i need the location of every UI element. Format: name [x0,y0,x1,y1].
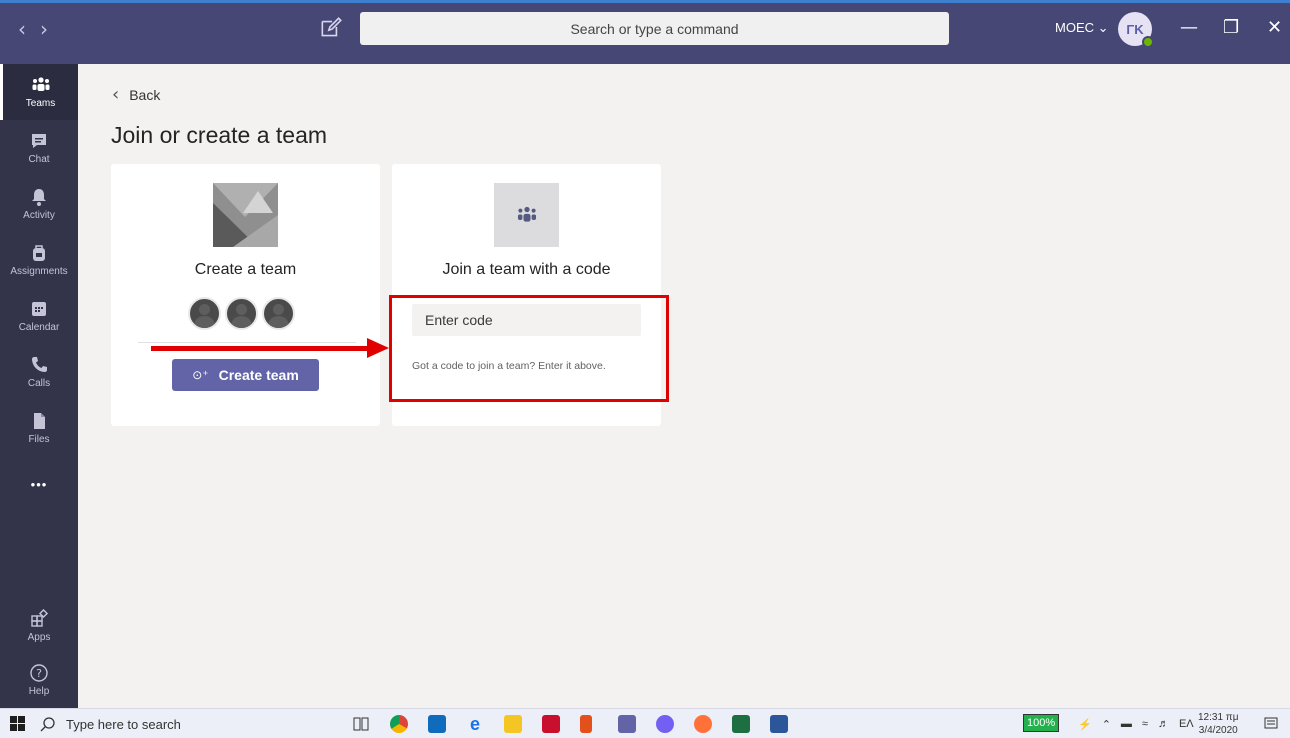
more-icon: ••• [30,476,48,492]
rail-label: Calls [27,378,51,389]
rail-item-calendar[interactable]: Calendar [0,288,78,344]
rail-item-assignments[interactable]: Assignments [0,232,78,288]
chevron-up-icon[interactable]: ⌃ [1102,718,1111,731]
bell-icon [32,189,46,206]
title-bar: ‹ › Search or type a command MOEC ⌄ ΓΚ —… [0,0,1290,64]
join-team-illustration [494,183,559,247]
power-icon[interactable]: ⚡ [1078,718,1092,731]
windows-start-icon[interactable] [10,716,26,732]
compose-icon[interactable] [318,15,344,41]
file-icon [34,413,45,429]
member-avatar-icon [262,297,295,330]
avatar-initials: ΓΚ [1126,21,1144,37]
rail-item-apps[interactable]: Apps [0,598,78,654]
minimize-icon[interactable]: — [1180,17,1198,38]
history-nav: ‹ › [18,17,48,41]
rail-item-help[interactable]: ? Help [0,652,78,708]
member-avatar-icon [188,297,221,330]
rail-label: Apps [27,632,51,643]
teams-icon [517,206,536,222]
presence-available-icon [1142,36,1154,48]
close-icon[interactable]: ✕ [1267,17,1282,38]
mail-icon[interactable] [428,715,446,733]
teams-taskbar-icon[interactable] [618,715,636,733]
divider [138,342,356,343]
backpack-icon [33,245,45,261]
viber-icon[interactable] [656,715,674,733]
rail-label: Activity [23,210,55,221]
rail-label: Calendar [18,322,60,333]
page-title: Join or create a team [111,122,328,148]
restore-icon[interactable]: ❐ [1223,17,1239,38]
taskbar-search-box[interactable]: Type here to search [40,709,336,738]
word-icon[interactable] [770,715,788,733]
more-apps-button[interactable]: ••• [0,456,78,512]
wifi-icon[interactable]: ≈ [1142,718,1148,730]
apps-icon [31,609,49,627]
member-avatar-icon [225,297,258,330]
create-team-button-label: Create team [218,367,299,383]
task-view-icon[interactable] [352,715,370,733]
create-team-illustration-icon [213,183,278,247]
clock-time: 12:31 πμ [1198,712,1239,723]
search-placeholder: Search or type a command [570,20,739,37]
join-team-title: Join a team with a code [442,261,611,278]
chrome-icon[interactable] [390,715,408,733]
add-team-icon: ⊙⁺ [192,368,209,382]
back-link[interactable]: ‹ Back [112,84,160,105]
chat-icon [32,134,46,148]
search-icon [40,717,55,732]
back-label: Back [129,86,161,103]
rail-item-activity[interactable]: Activity [0,176,78,232]
network-icon[interactable]: ▬ [1121,718,1132,730]
annotation-arrow-head-icon [367,338,389,358]
rail-label: Files [28,434,50,445]
flash-icon[interactable] [542,715,560,733]
teams-icon [32,77,49,91]
create-team-title: Create a team [194,261,297,278]
clock-date: 3/4/2020 [1198,725,1238,736]
command-search-box[interactable]: Search or type a command [360,12,949,45]
office-icon[interactable] [580,715,592,733]
rail-item-teams[interactable]: Teams [0,64,78,120]
firefox-icon[interactable] [694,715,712,733]
annotation-highlight-box [389,295,669,402]
volume-icon[interactable]: ♬ [1158,718,1169,730]
excel-icon[interactable] [732,715,750,733]
chevron-left-icon: ‹ [112,84,120,105]
rail-label: Help [28,686,50,697]
edge-icon[interactable]: e [466,715,484,733]
phone-icon [32,357,47,372]
calendar-icon [32,302,46,316]
annotation-arrow-shaft [151,346,369,351]
rail-label: Assignments [10,266,68,277]
svg-text:?: ? [36,667,42,680]
notifications-icon[interactable] [1262,715,1280,733]
create-team-button[interactable]: ⊙⁺ Create team [172,359,319,391]
forward-arrow-icon[interactable]: › [40,17,48,41]
rail-item-files[interactable]: Files [0,400,78,456]
windows-taskbar: Type here to search e 100% ⚡ ⌃ ▬ ≈ ♬ ΕΛ … [0,708,1290,738]
battery-indicator[interactable]: 100% [1023,714,1060,732]
rail-label: Chat [28,154,50,165]
rail-label: Teams [25,98,56,109]
taskbar-search-placeholder: Type here to search [66,716,181,732]
back-arrow-icon[interactable]: ‹ [18,17,26,41]
rail-item-calls[interactable]: Calls [0,344,78,400]
app-rail: Teams Chat Activity Assignments Calendar… [0,64,78,708]
org-switcher[interactable]: MOEC ⌄ [1055,20,1109,36]
file-explorer-icon[interactable] [504,715,522,733]
rail-item-chat[interactable]: Chat [0,120,78,176]
system-tray: ⚡ ⌃ ▬ ≈ ♬ ΕΛ [1078,709,1194,738]
help-icon: ? [30,664,48,682]
clock[interactable]: 12:31 πμ 3/4/2020 [1198,711,1238,737]
language-indicator[interactable]: ΕΛ [1179,718,1194,730]
user-avatar[interactable]: ΓΚ [1118,12,1154,48]
